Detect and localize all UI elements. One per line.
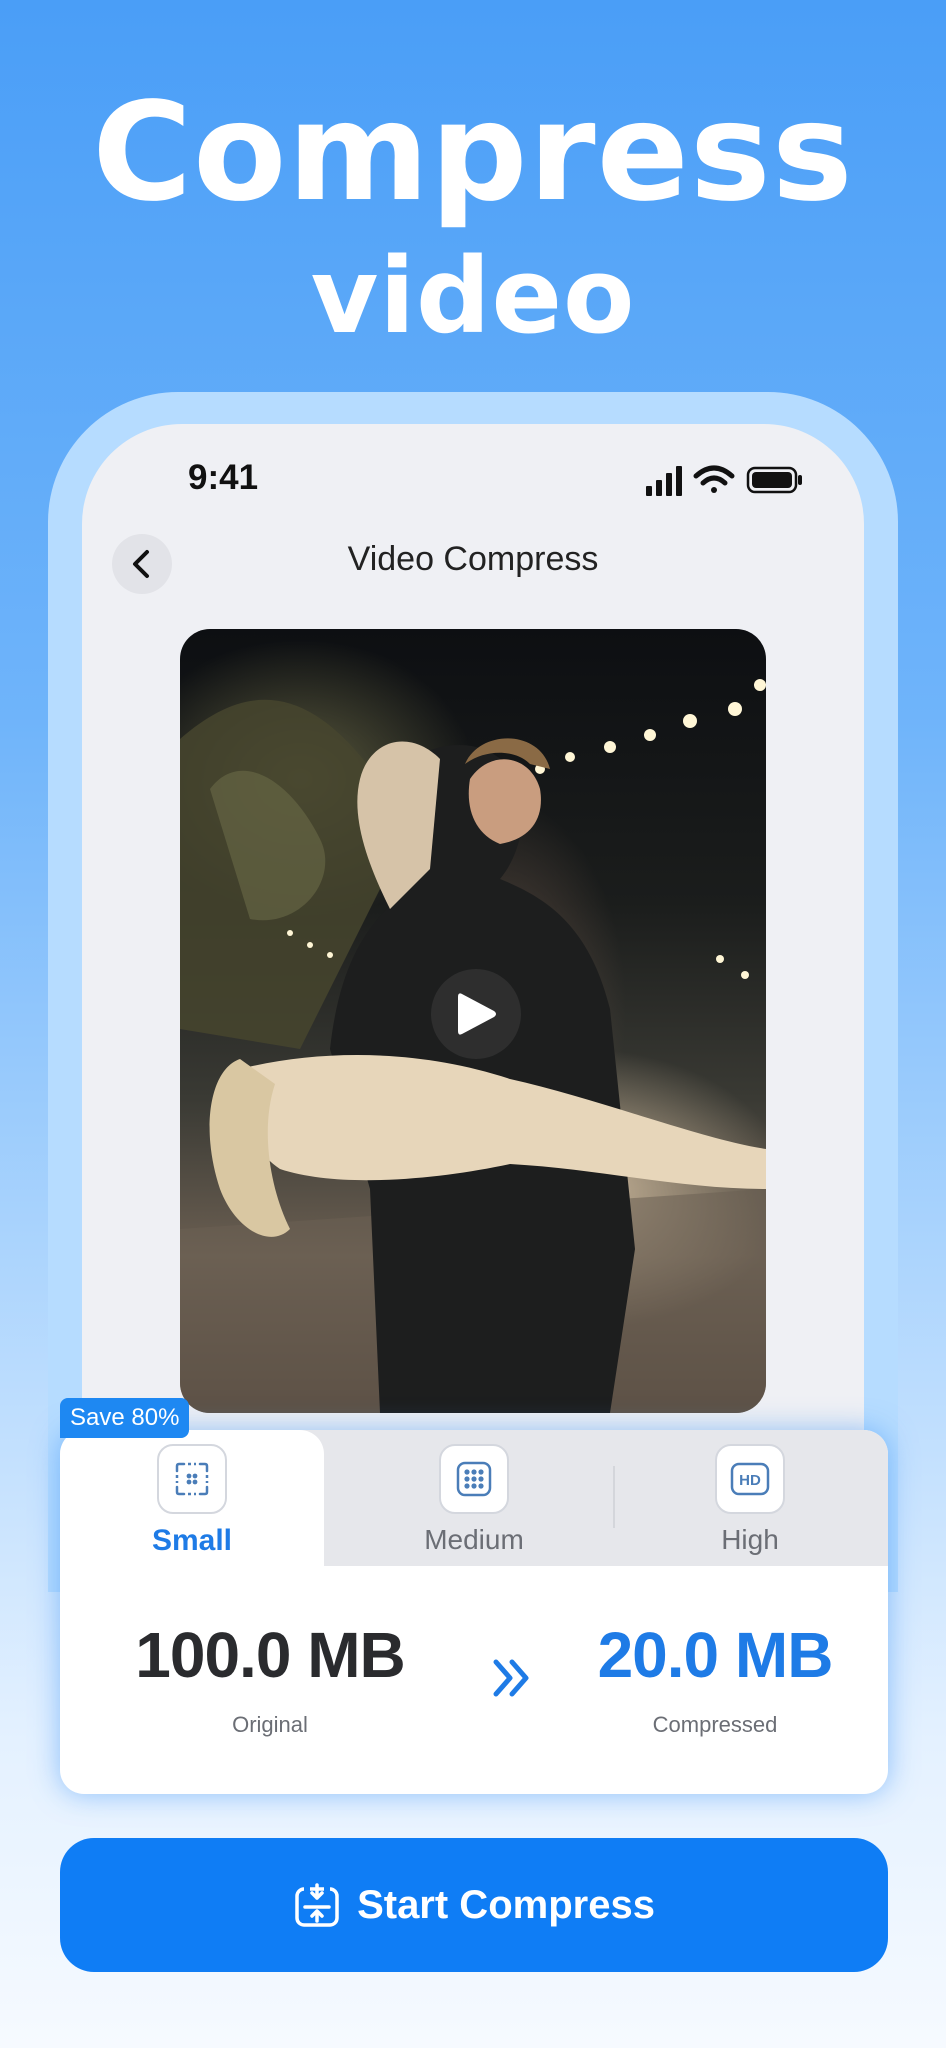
video-preview[interactable] — [180, 629, 766, 1413]
original-size-value: 100.0 MB — [135, 1619, 405, 1691]
status-icons — [646, 465, 802, 496]
hero-title-line1: Compress — [92, 74, 854, 232]
start-compress-label: Start Compress — [357, 1882, 655, 1927]
play-button[interactable] — [431, 969, 521, 1059]
compressed-size-label: Compressed — [652, 1712, 778, 1737]
compressed-size-value: 20.0 MB — [597, 1619, 834, 1691]
compression-options-card: Small Medium HD High 100.0 MB Original 2… — [60, 1430, 888, 1794]
start-compress-button[interactable]: Start Compress — [60, 1838, 888, 1972]
small-grid-icon — [157, 1444, 227, 1514]
hd-icon: HD — [715, 1444, 785, 1514]
tab-small[interactable]: Small — [60, 1430, 330, 1566]
double-chevron-right-icon — [493, 1659, 529, 1697]
play-icon — [458, 993, 496, 1035]
signal-icon — [646, 466, 682, 496]
save-badge: Save 80% — [60, 1398, 190, 1438]
original-size-label: Original — [232, 1712, 308, 1737]
tab-small-label: Small — [151, 1524, 233, 1557]
page-title: Video Compress — [347, 540, 599, 578]
wifi-icon — [693, 465, 735, 493]
status-time: 9:41 — [188, 458, 259, 497]
svg-text:HD: HD — [739, 1472, 761, 1489]
size-comparison: 100.0 MB Original 20.0 MB Compressed — [60, 1566, 888, 1794]
medium-grid-icon — [439, 1444, 509, 1514]
compress-icon — [295, 1883, 339, 1927]
tab-medium-label: Medium — [424, 1524, 524, 1555]
tab-high[interactable]: HD High — [612, 1430, 888, 1566]
battery-icon — [746, 466, 802, 494]
tab-high-label: High — [721, 1524, 779, 1555]
hero-title-line2: video — [310, 235, 636, 357]
tab-medium[interactable]: Medium — [336, 1430, 612, 1566]
